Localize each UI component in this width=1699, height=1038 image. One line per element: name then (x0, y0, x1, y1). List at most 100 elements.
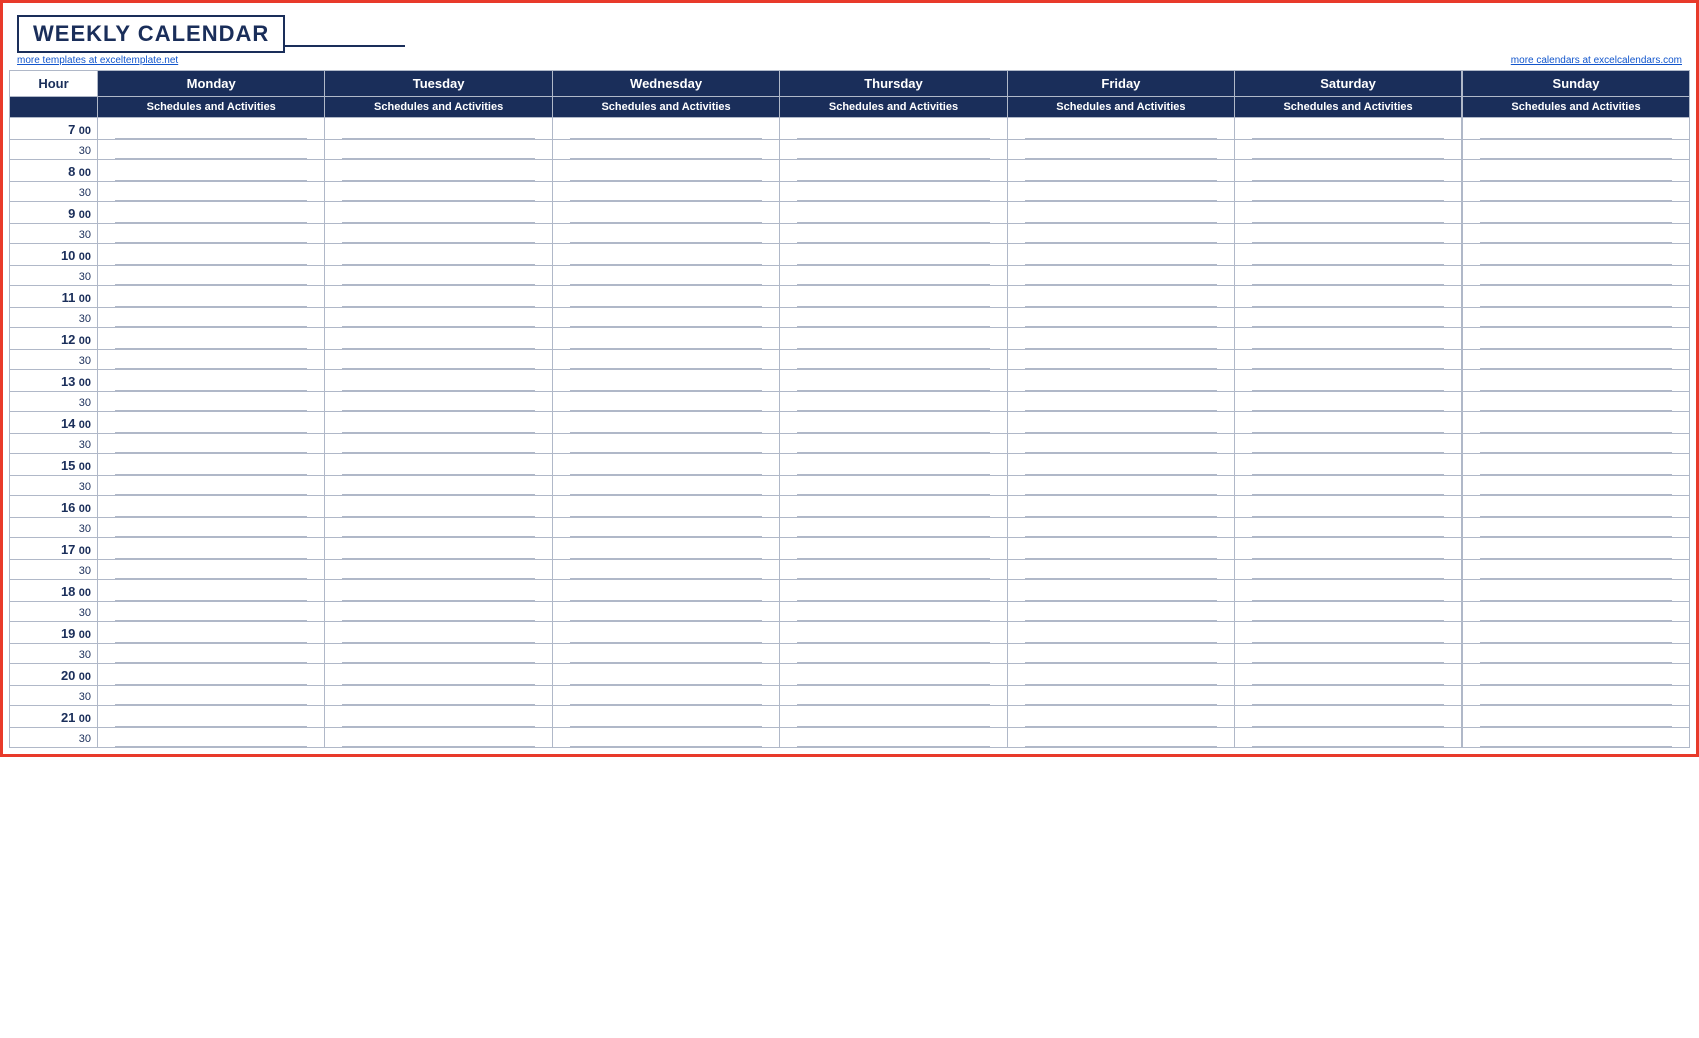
activity-cell-18-30-day-6[interactable] (1462, 602, 1689, 622)
activity-cell-9-30-day-0[interactable] (98, 224, 325, 244)
activity-cell-18-00-day-3[interactable] (780, 580, 1007, 602)
activity-cell-14-30-day-0[interactable] (98, 434, 325, 454)
activity-cell-21-30-day-5[interactable] (1235, 728, 1462, 748)
activity-cell-15-00-day-4[interactable] (1007, 454, 1234, 476)
activity-cell-16-00-day-0[interactable] (98, 496, 325, 518)
activity-cell-11-30-day-6[interactable] (1462, 308, 1689, 328)
activity-cell-19-00-day-5[interactable] (1235, 622, 1462, 644)
activity-cell-16-30-day-2[interactable] (552, 518, 779, 538)
activity-cell-8-00-day-5[interactable] (1235, 160, 1462, 182)
activity-cell-13-30-day-4[interactable] (1007, 392, 1234, 412)
activity-cell-14-00-day-4[interactable] (1007, 412, 1234, 434)
activity-cell-14-30-day-2[interactable] (552, 434, 779, 454)
activity-cell-14-30-day-1[interactable] (325, 434, 552, 454)
activity-cell-7-30-day-1[interactable] (325, 140, 552, 160)
activity-cell-15-00-day-6[interactable] (1462, 454, 1689, 476)
activity-cell-12-00-day-1[interactable] (325, 328, 552, 350)
activity-cell-10-30-day-6[interactable] (1462, 266, 1689, 286)
activity-cell-12-00-day-6[interactable] (1462, 328, 1689, 350)
calendar-link[interactable]: more calendars at excelcalendars.com (1511, 55, 1682, 66)
activity-cell-8-00-day-4[interactable] (1007, 160, 1234, 182)
activity-cell-8-00-day-6[interactable] (1462, 160, 1689, 182)
activity-cell-19-00-day-0[interactable] (98, 622, 325, 644)
activity-cell-16-30-day-4[interactable] (1007, 518, 1234, 538)
activity-cell-11-00-day-2[interactable] (552, 286, 779, 308)
activity-cell-21-00-day-3[interactable] (780, 706, 1007, 728)
activity-cell-13-00-day-0[interactable] (98, 370, 325, 392)
activity-cell-12-00-day-4[interactable] (1007, 328, 1234, 350)
activity-cell-13-00-day-1[interactable] (325, 370, 552, 392)
activity-cell-10-30-day-3[interactable] (780, 266, 1007, 286)
activity-cell-13-00-day-3[interactable] (780, 370, 1007, 392)
activity-cell-9-00-day-4[interactable] (1007, 202, 1234, 224)
activity-cell-19-30-day-5[interactable] (1235, 644, 1462, 664)
activity-cell-16-00-day-2[interactable] (552, 496, 779, 518)
activity-cell-16-00-day-4[interactable] (1007, 496, 1234, 518)
activity-cell-20-00-day-0[interactable] (98, 664, 325, 686)
activity-cell-18-00-day-2[interactable] (552, 580, 779, 602)
activity-cell-17-30-day-3[interactable] (780, 560, 1007, 580)
activity-cell-12-00-day-0[interactable] (98, 328, 325, 350)
activity-cell-18-30-day-1[interactable] (325, 602, 552, 622)
activity-cell-9-00-day-1[interactable] (325, 202, 552, 224)
activity-cell-10-00-day-3[interactable] (780, 244, 1007, 266)
activity-cell-9-00-day-6[interactable] (1462, 202, 1689, 224)
activity-cell-13-30-day-2[interactable] (552, 392, 779, 412)
activity-cell-14-00-day-1[interactable] (325, 412, 552, 434)
activity-cell-19-00-day-2[interactable] (552, 622, 779, 644)
activity-cell-17-00-day-4[interactable] (1007, 538, 1234, 560)
activity-cell-15-00-day-3[interactable] (780, 454, 1007, 476)
activity-cell-8-30-day-3[interactable] (780, 182, 1007, 202)
activity-cell-9-00-day-0[interactable] (98, 202, 325, 224)
activity-cell-15-30-day-0[interactable] (98, 476, 325, 496)
activity-cell-15-30-day-1[interactable] (325, 476, 552, 496)
activity-cell-9-30-day-3[interactable] (780, 224, 1007, 244)
activity-cell-10-00-day-0[interactable] (98, 244, 325, 266)
activity-cell-14-30-day-6[interactable] (1462, 434, 1689, 454)
activity-cell-13-30-day-1[interactable] (325, 392, 552, 412)
activity-cell-17-30-day-5[interactable] (1235, 560, 1462, 580)
activity-cell-7-00-day-6[interactable] (1462, 118, 1689, 140)
activity-cell-8-00-day-2[interactable] (552, 160, 779, 182)
activity-cell-15-00-day-1[interactable] (325, 454, 552, 476)
activity-cell-21-00-day-4[interactable] (1007, 706, 1234, 728)
activity-cell-9-00-day-3[interactable] (780, 202, 1007, 224)
activity-cell-15-30-day-4[interactable] (1007, 476, 1234, 496)
activity-cell-18-30-day-2[interactable] (552, 602, 779, 622)
activity-cell-14-00-day-6[interactable] (1462, 412, 1689, 434)
activity-cell-8-30-day-4[interactable] (1007, 182, 1234, 202)
activity-cell-14-30-day-4[interactable] (1007, 434, 1234, 454)
activity-cell-9-30-day-5[interactable] (1235, 224, 1462, 244)
activity-cell-7-00-day-3[interactable] (780, 118, 1007, 140)
activity-cell-17-30-day-4[interactable] (1007, 560, 1234, 580)
activity-cell-19-00-day-4[interactable] (1007, 622, 1234, 644)
activity-cell-10-30-day-1[interactable] (325, 266, 552, 286)
activity-cell-9-30-day-4[interactable] (1007, 224, 1234, 244)
activity-cell-10-00-day-1[interactable] (325, 244, 552, 266)
activity-cell-10-00-day-5[interactable] (1235, 244, 1462, 266)
activity-cell-20-00-day-2[interactable] (552, 664, 779, 686)
activity-cell-12-30-day-5[interactable] (1235, 350, 1462, 370)
activity-cell-16-00-day-3[interactable] (780, 496, 1007, 518)
activity-cell-10-30-day-2[interactable] (552, 266, 779, 286)
activity-cell-7-00-day-0[interactable] (98, 118, 325, 140)
activity-cell-18-00-day-4[interactable] (1007, 580, 1234, 602)
activity-cell-13-00-day-4[interactable] (1007, 370, 1234, 392)
activity-cell-15-30-day-5[interactable] (1235, 476, 1462, 496)
activity-cell-17-00-day-3[interactable] (780, 538, 1007, 560)
activity-cell-20-30-day-4[interactable] (1007, 686, 1234, 706)
activity-cell-17-00-day-6[interactable] (1462, 538, 1689, 560)
activity-cell-15-00-day-5[interactable] (1235, 454, 1462, 476)
activity-cell-7-00-day-5[interactable] (1235, 118, 1462, 140)
activity-cell-9-30-day-1[interactable] (325, 224, 552, 244)
activity-cell-8-30-day-2[interactable] (552, 182, 779, 202)
activity-cell-21-30-day-2[interactable] (552, 728, 779, 748)
activity-cell-20-00-day-1[interactable] (325, 664, 552, 686)
activity-cell-7-30-day-6[interactable] (1462, 140, 1689, 160)
activity-cell-10-00-day-2[interactable] (552, 244, 779, 266)
activity-cell-11-00-day-0[interactable] (98, 286, 325, 308)
activity-cell-12-30-day-1[interactable] (325, 350, 552, 370)
activity-cell-10-30-day-0[interactable] (98, 266, 325, 286)
activity-cell-13-30-day-0[interactable] (98, 392, 325, 412)
activity-cell-9-30-day-2[interactable] (552, 224, 779, 244)
